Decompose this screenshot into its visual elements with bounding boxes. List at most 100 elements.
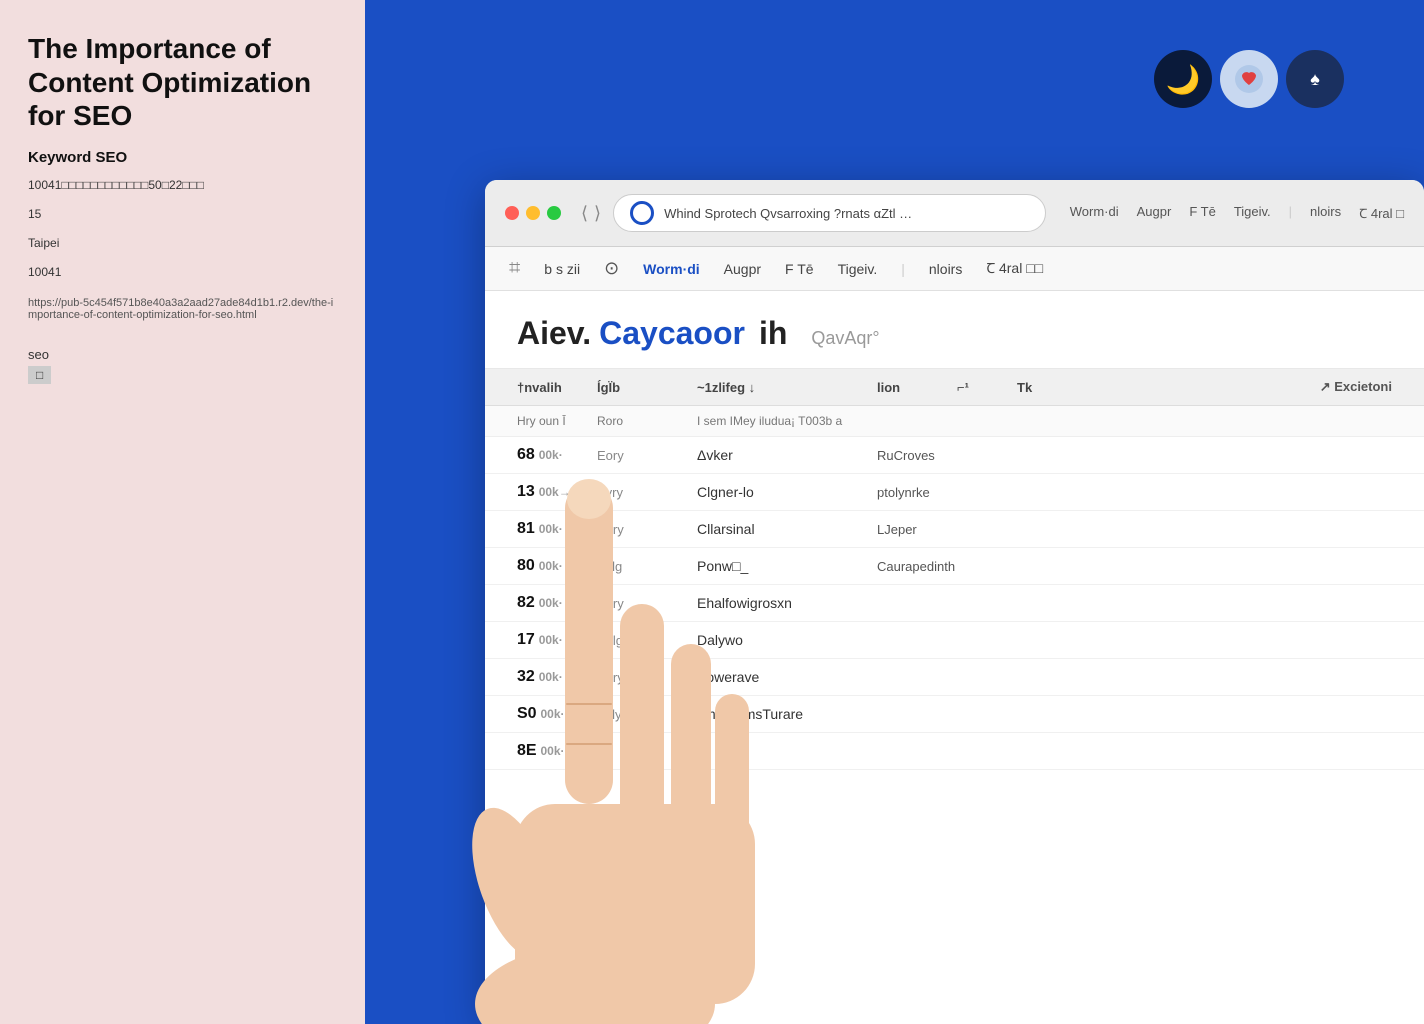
name-4: Ponw□_	[697, 558, 877, 574]
th-lion[interactable]: lion	[877, 380, 957, 395]
meta-count: 15	[28, 205, 337, 224]
top-icons: 🌙 ♠	[1154, 50, 1344, 108]
table-row: 32 00k· Bory Eowerave	[485, 659, 1424, 696]
change-8: Nilly	[597, 707, 697, 722]
back-button[interactable]: ⟨	[581, 203, 588, 224]
name-2: Clgner-lo	[697, 484, 877, 500]
table-row: S0 00k· Nilly OhrepemsTurare	[485, 696, 1424, 733]
traffic-light-yellow[interactable]	[526, 206, 540, 220]
name-1: Δvker	[697, 447, 877, 463]
browser-window: ⟨ ⟩ Whind Sprotech Qvsarroxing ?rnats αZ…	[485, 180, 1424, 1024]
rank-9: 8E 00k·	[517, 742, 597, 760]
traffic-lights	[505, 206, 561, 220]
navbar-item-nloirs[interactable]: nloirs	[929, 261, 962, 277]
name-6: Dalywo	[697, 632, 877, 648]
page-title-blue: Caycaoor	[599, 315, 745, 352]
change-1: Eory	[597, 448, 697, 463]
rank-1: 68 00k·	[517, 446, 597, 464]
browser-toolbar: Worm·di Augpr F Tē Tigeiv. | nloirs Ꞇ 4r…	[1070, 204, 1404, 222]
extra-1: RuCroves	[877, 448, 1392, 463]
rank-3: 81 00k·	[517, 520, 597, 538]
heart-icon	[1235, 65, 1263, 93]
rank-8: S0 00k·	[517, 705, 597, 723]
extra-3: LJeper	[877, 522, 1392, 537]
toolbar-item-5[interactable]: nloirs	[1310, 204, 1341, 222]
change-4: Bylg	[597, 559, 697, 574]
toolbar-divider: |	[1289, 204, 1292, 222]
rank-6: 17 00k·	[517, 631, 597, 649]
navbar-item-augpr[interactable]: Augpr	[724, 261, 761, 277]
icon-heart	[1220, 50, 1278, 108]
change-6: Rylg	[597, 633, 697, 648]
page-title-suffix: ih	[759, 315, 787, 352]
spade-icon: ♠	[1299, 63, 1331, 95]
page-title-row: Aiev. Caycaoor ih QavAqr°	[517, 315, 1392, 352]
rank-4: 80 00k·	[517, 557, 597, 575]
th-lgtb[interactable]: ĺgÏb	[597, 380, 697, 395]
traffic-light-red[interactable]	[505, 206, 519, 220]
keyword-label: Keyword SEO	[28, 149, 337, 166]
page-header: Aiev. Caycaoor ih QavAqr°	[485, 291, 1424, 369]
svg-text:♠: ♠	[1310, 69, 1320, 89]
table-row: 8E 00k·	[485, 733, 1424, 770]
browser-navbar: ⌗ b s zii ⊙ Worm·di Augpr F Tē Tigeiv. |…	[485, 247, 1424, 291]
tag-seo: seo □	[28, 347, 337, 384]
icon-spade: ♠	[1286, 50, 1344, 108]
meta-id: 10041□□□□□□□□□□□□50□22□□□	[28, 176, 337, 195]
th-excl[interactable]: ↗ Excietoni	[1320, 379, 1392, 395]
table-header: †nvalih ĺgÏb ~1zlifeg ↓ lion ⌐¹ Tk ↗ Exc…	[485, 369, 1424, 406]
navbar-item-worm[interactable]: Worm·di	[643, 261, 700, 277]
table-row: 17 00k· Rylg Dalywo	[485, 622, 1424, 659]
change-2: Byry	[597, 485, 697, 500]
sub-sem: I sem IMey iludua¡ T003b a	[697, 414, 877, 428]
article-url: https://pub-5c454f571b8e40a3a2aad27ade84…	[28, 297, 337, 321]
article-title: The Importance of Content Optimization f…	[28, 32, 337, 133]
navbar-item-4ral[interactable]: Ꞇ 4ral □□	[986, 259, 1043, 278]
address-text: Whind Sprotech Qvsarroxing ?rnats αZtl …	[664, 206, 912, 221]
traffic-light-green[interactable]	[547, 206, 561, 220]
forward-button[interactable]: ⟩	[594, 203, 601, 224]
site-icon	[630, 201, 654, 225]
table-row: 68 00k· Eory Δvker RuCroves	[485, 437, 1424, 474]
table-container: †nvalih ĺgÏb ~1zlifeg ↓ lion ⌐¹ Tk ↗ Exc…	[485, 369, 1424, 770]
navbar-item-te[interactable]: F Tē	[785, 261, 814, 277]
table-row: 81 00k· Egry Cllarsinal LJeper	[485, 511, 1424, 548]
navbar-item-tiger[interactable]: Tigeiv.	[838, 261, 878, 277]
rank-2: 13 00k→	[517, 483, 597, 501]
th-col5[interactable]: ⌐¹	[957, 380, 1017, 395]
toolbar-item-6[interactable]: Ꞇ 4ral □	[1359, 204, 1404, 222]
toolbar-item-4[interactable]: Tigeiv.	[1234, 204, 1271, 222]
icon-moon: 🌙	[1154, 50, 1212, 108]
navbar-icon-main: ⌗	[509, 257, 520, 280]
name-8: OhrepemsTurare	[697, 706, 877, 722]
change-5: Bury	[597, 596, 697, 611]
nav-arrows[interactable]: ⟨ ⟩	[581, 203, 601, 224]
name-3: Cllarsinal	[697, 521, 877, 537]
toolbar-item-1[interactable]: Worm·di	[1070, 204, 1119, 222]
page-subtitle: QavAqr°	[811, 328, 879, 349]
th-invalih[interactable]: †nvalih	[517, 380, 597, 395]
browser-topbar: ⟨ ⟩ Whind Sprotech Qvsarroxing ?rnats αZ…	[485, 180, 1424, 247]
extra-2: ptolynrke	[877, 485, 1392, 500]
th-filter[interactable]: ~1zlifeg ↓	[697, 380, 877, 395]
extra-4: Caurapedinth	[877, 559, 1392, 574]
toolbar-item-2[interactable]: Augpr	[1137, 204, 1172, 222]
table-row: 80 00k· Bylg Ponw□_ Caurapedinth	[485, 548, 1424, 585]
navbar-item-1[interactable]: b s zii	[544, 261, 580, 277]
meta-city: Taipei	[28, 234, 337, 253]
table-row: 82 00k· Bury Ehalfowigrosxn	[485, 585, 1424, 622]
table-row: 13 00k→ Byry Clgner-lo ptolynrke	[485, 474, 1424, 511]
right-area: 🌙 ♠ ⟨ ⟩ Whind Sprotech Qvsarroxing ?rnat…	[365, 0, 1424, 1024]
meta-code: 10041	[28, 263, 337, 282]
sub-hryoun: Hry oun Ī	[517, 414, 597, 428]
change-7: Bory	[597, 670, 697, 685]
name-7: Eowerave	[697, 669, 877, 685]
sub-header: Hry oun Ī Roro I sem IMey iludua¡ T003b …	[485, 406, 1424, 437]
rank-5: 82 00k·	[517, 594, 597, 612]
left-panel: The Importance of Content Optimization f…	[0, 0, 365, 1024]
name-5: Ehalfowigrosxn	[697, 595, 877, 611]
address-bar[interactable]: Whind Sprotech Qvsarroxing ?rnats αZtl …	[613, 194, 1046, 232]
th-tk[interactable]: Tk	[1017, 380, 1032, 395]
toolbar-item-3[interactable]: F Tē	[1189, 204, 1216, 222]
rank-7: 32 00k·	[517, 668, 597, 686]
